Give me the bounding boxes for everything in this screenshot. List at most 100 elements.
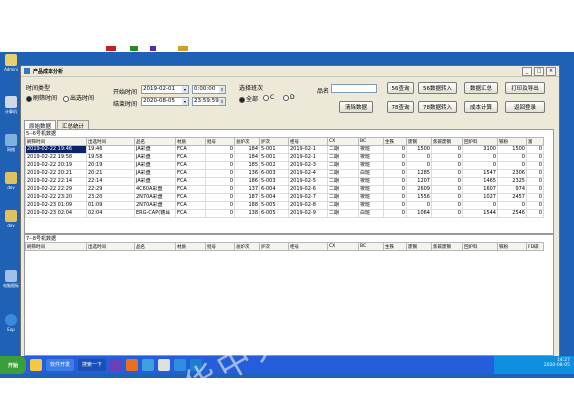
table-cell[interactable]: 1027: [462, 193, 498, 202]
table-cell[interactable]: 2019-02-22 23:20: [25, 193, 87, 202]
table-cell[interactable]: FCA: [175, 145, 206, 154]
taskbar-search[interactable]: 搜索一下: [78, 359, 107, 371]
table-cell[interactable]: 2019-02-22 20:19: [25, 161, 87, 170]
table-cell[interactable]: JA彩盘: [134, 153, 176, 162]
minimize-button[interactable]: _: [522, 66, 532, 76]
table-cell[interactable]: 二期: [327, 169, 359, 178]
column-header[interactable]: 废钢: [406, 242, 432, 251]
table-cell[interactable]: 184: [234, 145, 260, 154]
table-cell[interactable]: 二期: [327, 201, 359, 210]
table-cell[interactable]: 夜班: [358, 153, 384, 162]
table-cell[interactable]: 2019-02-8: [288, 201, 328, 210]
column-header[interactable]: 材质: [175, 242, 206, 251]
import-78-button[interactable]: 78数据转入: [418, 101, 457, 113]
table-cell[interactable]: 0: [205, 177, 235, 186]
table-cell[interactable]: 2019-02-22 22:14: [25, 177, 87, 186]
table-cell[interactable]: 19:46: [86, 145, 135, 154]
table-cell[interactable]: 5-003: [259, 177, 289, 186]
column-header[interactable]: 炉次: [259, 242, 289, 251]
table-cell[interactable]: 0: [526, 177, 544, 186]
table-cell[interactable]: 5-001: [259, 145, 289, 154]
table-cell[interactable]: 2019-02-22 19:58: [25, 153, 87, 162]
table-cell[interactable]: 6-003: [259, 169, 289, 178]
folder-icon[interactable]: [30, 359, 42, 371]
table-cell[interactable]: 二期: [327, 193, 359, 202]
column-header[interactable]: 回炉料: [462, 242, 498, 251]
table-cell[interactable]: 138: [234, 209, 260, 218]
table-cell[interactable]: 1607: [462, 185, 498, 194]
table-cell[interactable]: 0: [526, 169, 544, 178]
table-cell[interactable]: FCA: [175, 185, 206, 194]
product-input[interactable]: [331, 84, 377, 93]
table-cell[interactable]: 0: [383, 185, 407, 194]
app-icon[interactable]: [142, 359, 155, 371]
desktop-icon-computer[interactable]: 计算机: [2, 96, 20, 115]
table-cell[interactable]: 137: [234, 185, 260, 194]
table-cell[interactable]: 1500: [497, 145, 527, 154]
table-cell[interactable]: 2325: [497, 177, 527, 186]
table-cell[interactable]: 0: [205, 153, 235, 162]
table-cell[interactable]: 0: [431, 177, 463, 186]
table-cell[interactable]: 1556: [406, 193, 432, 202]
print-export-button[interactable]: 打印及导出: [505, 82, 545, 94]
table-cell[interactable]: 19:58: [86, 153, 135, 162]
visual-studio-icon[interactable]: [110, 359, 123, 371]
table-cell[interactable]: 0: [406, 153, 432, 162]
column-header[interactable]: 材质: [175, 137, 206, 146]
table-cell[interactable]: 夜班: [358, 201, 384, 210]
table-cell[interactable]: 0: [383, 153, 407, 162]
desktop-icon-dev2[interactable]: dev: [2, 210, 20, 228]
table-cell[interactable]: 0: [497, 153, 527, 162]
table-cell[interactable]: 二期: [327, 153, 359, 162]
table-cell[interactable]: 1207: [406, 177, 432, 186]
table-cell[interactable]: 5-005: [259, 201, 289, 210]
table-cell[interactable]: 2N70A彩盘: [134, 193, 176, 202]
table-cell[interactable]: 二期: [327, 161, 359, 170]
table-cell[interactable]: 0: [383, 145, 407, 154]
desktop-icon-pc[interactable]: 电脑图标: [2, 270, 20, 289]
table-cell[interactable]: 二期: [327, 185, 359, 194]
column-header[interactable]: CX: [327, 137, 359, 146]
table-cell[interactable]: 0: [431, 169, 463, 178]
table-row[interactable]: 2019-02-22 22:29 22:29 4C60A彩盘 FCA 0 137 6-004…: [25, 185, 544, 194]
table-cell[interactable]: 0: [431, 161, 463, 170]
window-titlebar[interactable]: 产品成本分析 _ □ ×: [21, 66, 559, 77]
column-header[interactable]: 刷筛时间: [25, 137, 87, 146]
column-header[interactable]: 品名: [134, 137, 176, 146]
desktop-icon-admin[interactable]: Admini: [2, 54, 20, 72]
table-cell[interactable]: 夜班: [358, 177, 384, 186]
table-cell[interactable]: 2019-02-9: [288, 209, 328, 218]
import-56-button[interactable]: 56数据转入: [418, 82, 457, 94]
table-cell[interactable]: 1465: [462, 177, 498, 186]
close-button[interactable]: ×: [546, 66, 556, 76]
table-cell[interactable]: 夜班: [358, 185, 384, 194]
radio-shift-c[interactable]: C: [263, 94, 274, 101]
table-cell[interactable]: 0: [526, 209, 544, 218]
table-cell[interactable]: 2N70A彩盘: [134, 201, 176, 210]
table-cell[interactable]: 0: [406, 201, 432, 210]
table-cell[interactable]: 1544: [462, 209, 498, 218]
table-cell[interactable]: 22:29: [86, 185, 135, 194]
table-cell[interactable]: 974: [497, 185, 527, 194]
table-cell[interactable]: 0: [406, 161, 432, 170]
table-cell[interactable]: 6-005: [259, 209, 289, 218]
table-cell[interactable]: 22:14: [86, 177, 135, 186]
table-cell[interactable]: 0: [431, 153, 463, 162]
table-cell[interactable]: 0: [383, 209, 407, 218]
column-header[interactable]: 焦碳废钢: [431, 242, 463, 251]
table-cell[interactable]: 0: [526, 153, 544, 162]
table-cell[interactable]: 0: [383, 201, 407, 210]
start-button[interactable]: 开始: [0, 356, 26, 374]
table-row[interactable]: 2019-02-22 19:46 19:46 JA彩盘 FCA 0 184 5-001 201…: [25, 145, 544, 154]
table-cell[interactable]: 0: [431, 145, 463, 154]
back-login-button[interactable]: 返回登录: [505, 101, 545, 113]
table-cell[interactable]: 5-004: [259, 193, 289, 202]
end-time-field[interactable]: 23:59:59 ⇕: [192, 97, 226, 106]
table-cell[interactable]: 0: [462, 201, 498, 210]
column-header[interactable]: 回炉料: [462, 137, 498, 146]
table-cell[interactable]: JA彩盘: [134, 161, 176, 170]
table-cell[interactable]: 0: [205, 161, 235, 170]
table-cell[interactable]: 0: [431, 185, 463, 194]
query-56-button[interactable]: 56查询: [387, 82, 414, 94]
column-header[interactable]: BC: [358, 137, 384, 146]
